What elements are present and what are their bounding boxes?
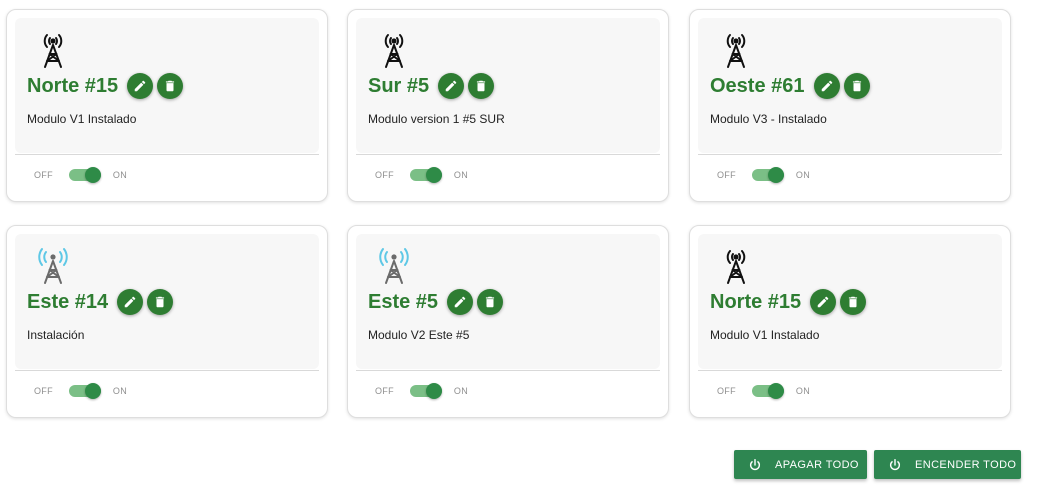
antenna-tower-icon: [374, 30, 414, 70]
power-toggle[interactable]: [751, 165, 784, 185]
power-switch-row: OFF ON: [717, 165, 810, 185]
edit-button[interactable]: [438, 73, 465, 99]
pencil-icon: [445, 80, 457, 92]
divider: [15, 370, 319, 371]
turn-off-all-button[interactable]: APAGAR TODO: [734, 450, 867, 479]
divider: [698, 154, 1002, 155]
trash-icon: [477, 80, 486, 92]
divider: [356, 370, 660, 371]
card-title-row: Oeste #61: [710, 73, 870, 99]
trash-icon: [485, 296, 495, 308]
edit-button[interactable]: [810, 289, 837, 315]
antenna-title: Norte #15: [710, 290, 802, 313]
divider: [356, 154, 660, 155]
card-title-row: Este #14: [27, 289, 174, 315]
switch-on-label: ON: [112, 386, 128, 396]
card-title-row: Este #5: [368, 289, 504, 315]
switch-on-label: ON: [795, 170, 811, 180]
trash-icon: [852, 80, 861, 92]
antenna-card: Norte #15 Modulo V1 Instalado OFF ON: [6, 9, 328, 202]
turn-on-all-label: ENCENDER TODO: [915, 458, 1017, 471]
delete-button[interactable]: [843, 73, 870, 99]
card-title-row: Norte #15: [27, 73, 184, 99]
antenna-signal-icon: [33, 246, 73, 286]
pencil-icon: [817, 296, 829, 308]
antenna-card: Norte #15 Modulo V1 Instalado OFF ON: [689, 225, 1011, 418]
antenna-description: Modulo V2 Este #5: [368, 328, 470, 342]
card-title-row: Sur #5: [368, 73, 495, 99]
power-toggle[interactable]: [409, 381, 442, 401]
antenna-tower-icon: [716, 246, 756, 286]
power-switch-row: OFF ON: [717, 381, 810, 401]
antenna-title: Este #5: [368, 290, 439, 313]
turn-off-all-label: APAGAR TODO: [775, 458, 859, 471]
antenna-description: Modulo V1 Instalado: [710, 328, 820, 342]
switch-off-label: OFF: [375, 386, 394, 396]
antenna-card: Este #14 Instalación OFF ON: [6, 225, 328, 418]
turn-on-all-button[interactable]: ENCENDER TODO: [874, 450, 1021, 479]
antenna-description: Instalación: [27, 328, 85, 342]
divider: [15, 154, 319, 155]
switch-off-label: OFF: [34, 170, 53, 180]
power-switch-row: OFF ON: [34, 381, 127, 401]
antenna-card: Oeste #61 Modulo V3 - Instalado OFF ON: [689, 9, 1011, 202]
antenna-tower-icon: [33, 30, 73, 70]
antenna-signal-icon: [374, 246, 414, 286]
switch-on-label: ON: [795, 386, 811, 396]
antenna-tower-icon: [716, 30, 756, 70]
switch-on-label: ON: [453, 170, 469, 180]
power-toggle[interactable]: [68, 381, 101, 401]
power-switch-row: OFF ON: [34, 165, 127, 185]
trash-icon: [849, 296, 858, 308]
antenna-description: Modulo V3 - Instalado: [710, 112, 827, 126]
switch-off-label: OFF: [717, 386, 736, 396]
switch-on-label: ON: [453, 386, 469, 396]
trash-icon: [156, 296, 165, 308]
power-toggle[interactable]: [68, 165, 101, 185]
edit-button[interactable]: [127, 73, 154, 99]
delete-button[interactable]: [840, 289, 867, 315]
antenna-title: Oeste #61: [710, 74, 805, 97]
divider: [698, 370, 1002, 371]
antenna-title: Norte #15: [27, 74, 119, 97]
pencil-icon: [821, 80, 832, 92]
pencil-icon: [454, 296, 466, 308]
edit-button[interactable]: [447, 289, 474, 315]
power-toggle[interactable]: [751, 381, 784, 401]
trash-icon: [166, 80, 175, 92]
antenna-card: Sur #5 Modulo version 1 #5 SUR OFF ON: [347, 9, 669, 202]
switch-off-label: OFF: [34, 386, 53, 396]
power-icon: [748, 458, 762, 472]
antenna-title: Sur #5: [368, 74, 430, 97]
antenna-description: Modulo V1 Instalado: [27, 112, 137, 126]
card-title-row: Norte #15: [710, 289, 867, 315]
power-icon: [888, 458, 902, 472]
antenna-card: Este #5 Modulo V2 Este #5 OFF ON: [347, 225, 669, 418]
power-switch-row: OFF ON: [375, 165, 468, 185]
antenna-description: Modulo version 1 #5 SUR: [368, 112, 505, 126]
switch-on-label: ON: [112, 170, 128, 180]
delete-button[interactable]: [468, 73, 495, 99]
delete-button[interactable]: [147, 289, 174, 315]
delete-button[interactable]: [477, 289, 504, 315]
switch-off-label: OFF: [717, 170, 736, 180]
antenna-title: Este #14: [27, 290, 109, 313]
edit-button[interactable]: [117, 289, 144, 315]
power-switch-row: OFF ON: [375, 381, 468, 401]
switch-off-label: OFF: [375, 170, 394, 180]
pencil-icon: [124, 296, 136, 308]
pencil-icon: [134, 80, 146, 92]
power-toggle[interactable]: [409, 165, 442, 185]
edit-button[interactable]: [813, 73, 840, 99]
delete-button[interactable]: [157, 73, 184, 99]
